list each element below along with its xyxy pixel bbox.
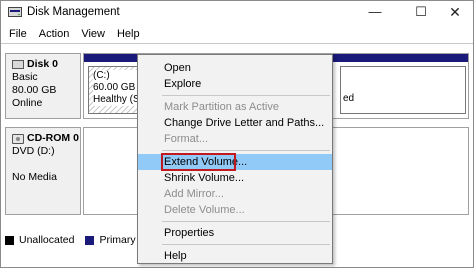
- menu-item-open[interactable]: Open: [138, 60, 332, 76]
- primary-partition-swatch: [85, 235, 95, 245]
- disk0-status: Online: [12, 97, 43, 109]
- disk0-type: Basic: [12, 71, 38, 83]
- disk0-name: Disk 0: [27, 58, 58, 70]
- menu-item-extend-volume[interactable]: Extend Volume...: [138, 153, 332, 171]
- menu-separator: [162, 221, 330, 222]
- menu-item-help[interactable]: Help: [138, 248, 332, 264]
- disk-management-window: Disk Management — ☐ ✕ File Action View H…: [0, 0, 474, 268]
- cdrom0-type: DVD (D:): [12, 145, 55, 157]
- menu-item-format[interactable]: Format...: [138, 131, 332, 147]
- menu-help[interactable]: Help: [111, 25, 146, 43]
- cdrom0-name: CD-ROM 0: [27, 132, 79, 144]
- cdrom0-label[interactable]: CD-ROM 0 DVD (D:) No Media: [5, 127, 81, 215]
- disk-management-app-icon: [8, 7, 22, 17]
- menu-separator: [162, 95, 330, 96]
- partition-second[interactable]: ed: [340, 66, 466, 114]
- cdrom0-status: No Media: [12, 171, 57, 183]
- unallocated-swatch: [5, 235, 14, 245]
- disk0-size: 80.00 GB: [12, 84, 57, 96]
- partition-c[interactable]: (C:) 60.00 GB NT Healthy (Sys: [88, 66, 140, 114]
- menu-item-mark-partition-active[interactable]: Mark Partition as Active: [138, 99, 332, 115]
- minimize-button[interactable]: —: [361, 3, 389, 23]
- menu-item-add-mirror[interactable]: Add Mirror...: [138, 186, 332, 202]
- menu-item-explore[interactable]: Explore: [138, 76, 332, 92]
- menu-separator: [162, 244, 330, 245]
- menu-file[interactable]: File: [1, 25, 33, 43]
- partition-second-status-fragment: ed: [343, 93, 355, 104]
- cdrom0-spacer: [12, 158, 80, 171]
- legend-unallocated: Unallocated: [19, 234, 75, 246]
- menu-item-change-drive-letter[interactable]: Change Drive Letter and Paths...: [138, 115, 332, 131]
- cdrom0-name-row: CD-ROM 0: [12, 132, 80, 145]
- menubar-divider: [1, 43, 473, 44]
- menu-item-shrink-volume[interactable]: Shrink Volume...: [138, 170, 332, 186]
- hard-disk-icon: [12, 60, 24, 69]
- menu-bar: File Action View Help: [1, 25, 473, 43]
- menu-item-delete-volume[interactable]: Delete Volume...: [138, 202, 332, 218]
- maximize-button[interactable]: ☐: [407, 3, 435, 23]
- menu-view[interactable]: View: [75, 25, 111, 43]
- partition-c-status: Healthy (Sys: [93, 94, 140, 106]
- menu-item-properties[interactable]: Properties: [138, 225, 332, 241]
- partition-c-label: (C:): [93, 70, 139, 82]
- title-bar: Disk Management — ☐ ✕: [1, 1, 473, 25]
- close-button[interactable]: ✕: [441, 3, 469, 23]
- window-title: Disk Management: [27, 6, 120, 18]
- disk0-name-row: Disk 0: [12, 58, 80, 71]
- disk0-label[interactable]: Disk 0 Basic 80.00 GB Online: [5, 53, 81, 119]
- menu-action[interactable]: Action: [33, 25, 76, 43]
- menu-separator: [162, 150, 330, 151]
- annotation-highlight-box: [161, 153, 236, 171]
- context-menu: Open Explore Mark Partition as Active Ch…: [137, 54, 333, 264]
- partition-c-size: 60.00 GB NT: [93, 82, 139, 94]
- cd-rom-icon: [12, 133, 24, 144]
